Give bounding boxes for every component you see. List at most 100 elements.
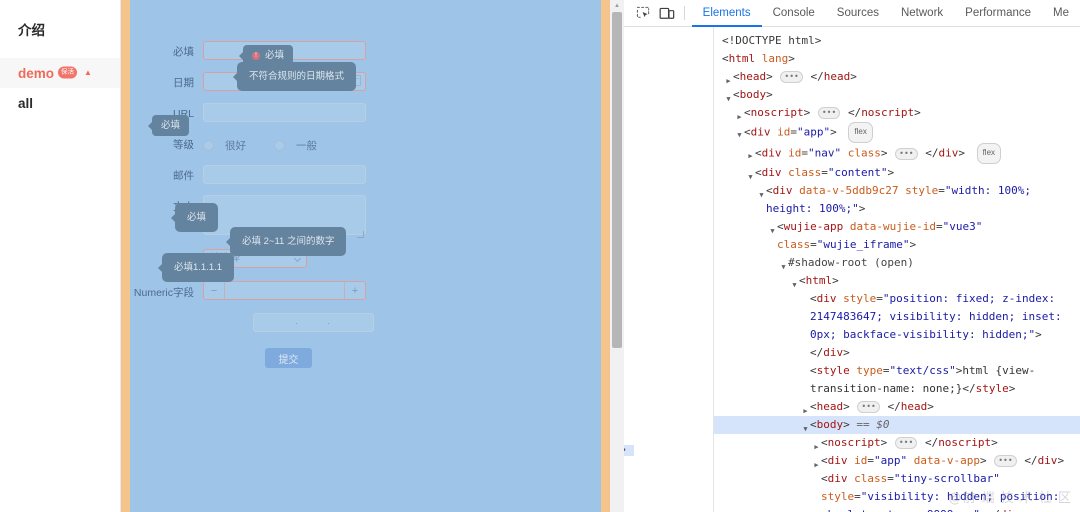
triangle-down-icon[interactable]: ▼ bbox=[757, 186, 766, 204]
radio-level-good[interactable] bbox=[203, 140, 214, 151]
numeric-stepper: − + bbox=[203, 281, 366, 300]
chevron-up-icon[interactable]: ▲ bbox=[84, 68, 92, 77]
triangle-down-icon[interactable]: ▼ bbox=[768, 222, 777, 240]
device-toolbar-icon[interactable] bbox=[655, 2, 678, 24]
numeric-input[interactable] bbox=[225, 282, 344, 299]
tab-elements[interactable]: Elements bbox=[692, 0, 762, 27]
dom-node[interactable]: ▼<div id="app"> flex bbox=[714, 122, 1080, 143]
url-input[interactable] bbox=[203, 103, 366, 122]
field-control-level: 很好 一般 bbox=[203, 133, 339, 158]
sidebar-item-label: demo bbox=[18, 66, 54, 81]
devtools-panel: ▲ Elements Console Sources Network Pe bbox=[610, 0, 1080, 512]
dom-node[interactable]: ▶<head> ••• </head> bbox=[714, 398, 1080, 416]
radio-level-normal[interactable] bbox=[274, 140, 285, 151]
radio-label-good: 很好 bbox=[225, 138, 246, 153]
dom-tree[interactable]: <!DOCTYPE html><html lang>▶<head> ••• </… bbox=[714, 27, 1080, 512]
triangle-down-icon[interactable]: ▼ bbox=[735, 126, 744, 144]
field-label-date: 日期 bbox=[130, 71, 203, 96]
screen-root: 介绍 demo 保活 ▲ all 必填 日期 bbox=[0, 0, 1080, 512]
numeric-decrement-button[interactable]: − bbox=[204, 282, 225, 299]
left-sidebar: 介绍 demo 保活 ▲ all bbox=[0, 0, 121, 512]
sidebar-badge: 保活 bbox=[58, 67, 77, 79]
form-row-date: 日期 bbox=[130, 71, 601, 96]
chevron-down-icon[interactable] bbox=[294, 255, 301, 262]
tooltip-ip-required: 必填1.1.1.1 bbox=[162, 253, 234, 282]
devtools-body: ••• <!DOCTYPE html><html lang>▶<head> ••… bbox=[610, 27, 1080, 512]
error-icon bbox=[252, 52, 260, 60]
tab-sources[interactable]: Sources bbox=[826, 0, 890, 27]
dom-node[interactable]: <div class="tiny-scrollbar" style="visib… bbox=[714, 470, 1080, 512]
devtools-breadcrumb-gutter: ••• bbox=[640, 27, 714, 512]
scroll-up-icon[interactable]: ▲ bbox=[610, 0, 624, 12]
dom-node[interactable]: <style type="text/css">html {view-transi… bbox=[714, 362, 1080, 398]
tooltip-numeric-range: 必填 2~11 之间的数字 bbox=[230, 227, 346, 256]
dom-node[interactable]: ▼<body> bbox=[714, 86, 1080, 104]
radio-label-normal: 一般 bbox=[296, 138, 317, 153]
field-control-numeric: − + bbox=[203, 281, 366, 300]
scrollbar-thumb[interactable] bbox=[612, 12, 622, 348]
dom-node[interactable]: ▼<div data-v-5ddb9c27 style="width: 100%… bbox=[714, 182, 1080, 218]
tooltip-text: 必填1.1.1.1 bbox=[174, 262, 222, 273]
field-control-ip: · · bbox=[253, 313, 374, 332]
dom-node[interactable]: ▼<html> bbox=[714, 272, 1080, 290]
form-row-numeric: Numeric字段 − + bbox=[130, 281, 601, 306]
field-control-url bbox=[203, 102, 366, 122]
triangle-right-icon[interactable]: ▶ bbox=[746, 147, 755, 165]
dom-node[interactable]: ▶<div id="nav" class> ••• </div> flex bbox=[714, 143, 1080, 164]
right-orange-divider bbox=[601, 0, 610, 512]
field-label-numeric: Numeric字段 bbox=[130, 281, 203, 306]
submit-button[interactable]: 提交 bbox=[265, 348, 312, 368]
tooltip-text: 必填 bbox=[265, 50, 284, 61]
form-row-mail: 邮件 bbox=[130, 164, 601, 189]
ip-address-input[interactable]: · · bbox=[253, 313, 374, 332]
ip-dot-2: · bbox=[327, 318, 332, 328]
dom-node[interactable]: ▼<div class="content"> bbox=[714, 164, 1080, 182]
field-label-required: 必填 bbox=[130, 40, 203, 65]
tooltip-text: 不符合规则的日期格式 bbox=[249, 71, 344, 82]
dom-node[interactable]: <html lang> bbox=[714, 50, 1080, 68]
form-row-ip: · · bbox=[130, 313, 601, 338]
tooltip-text: 必填 2~11 之间的数字 bbox=[242, 236, 334, 247]
field-label-level: 等级 bbox=[130, 133, 203, 158]
demo-form: 必填 日期 URL 等级 bbox=[130, 0, 601, 373]
tooltip-text: 必填 bbox=[161, 120, 180, 131]
dom-node[interactable]: ▶<head> ••• </head> bbox=[714, 68, 1080, 86]
tab-memory[interactable]: Me bbox=[1042, 0, 1080, 27]
left-orange-divider bbox=[121, 0, 130, 512]
app-content-highlight: 必填 日期 URL 等级 bbox=[130, 0, 601, 512]
field-label-mail: 邮件 bbox=[130, 164, 203, 189]
dom-node[interactable]: ▶<noscript> ••• </noscript> bbox=[714, 434, 1080, 452]
dom-node[interactable]: ▶<div id="app" data-v-app> ••• </div> bbox=[714, 452, 1080, 470]
form-row-level: 等级 很好 一般 bbox=[130, 133, 601, 158]
form-row-url: URL bbox=[130, 102, 601, 127]
field-control-submit: 提交 bbox=[265, 348, 312, 368]
tab-network[interactable]: Network bbox=[890, 0, 954, 27]
tooltip-level-required: 必填 bbox=[152, 115, 189, 136]
resize-handle-icon[interactable] bbox=[357, 231, 364, 238]
form-row-required: 必填 bbox=[130, 40, 601, 65]
tooltip-date-format: 不符合规则的日期格式 bbox=[237, 62, 356, 91]
dom-node[interactable]: <div style="position: fixed; z-index: 21… bbox=[714, 290, 1080, 362]
dom-node[interactable]: ▼#shadow-root (open) bbox=[714, 254, 1080, 272]
numeric-increment-button[interactable]: + bbox=[344, 282, 365, 299]
tab-console[interactable]: Console bbox=[762, 0, 826, 27]
page-scrollbar[interactable]: ▲ bbox=[610, 0, 624, 512]
dom-node[interactable]: ▼<wujie-app data-wujie-id="vue3" class="… bbox=[714, 218, 1080, 254]
inspect-element-icon[interactable] bbox=[632, 2, 655, 24]
sidebar-item-label: all bbox=[18, 96, 33, 111]
dom-node[interactable]: ▶<noscript> ••• </noscript> bbox=[714, 104, 1080, 122]
tooltip-text: 必填 bbox=[187, 212, 206, 223]
sidebar-item-label: 介绍 bbox=[18, 19, 45, 39]
tab-performance[interactable]: Performance bbox=[954, 0, 1042, 27]
dom-node[interactable]: <!DOCTYPE html> bbox=[714, 32, 1080, 50]
toolbar-divider bbox=[684, 6, 685, 20]
dom-node-selected[interactable]: ▼<body> == $0 bbox=[714, 416, 1080, 434]
ip-dot-1: · bbox=[295, 318, 300, 328]
mail-input[interactable] bbox=[203, 165, 366, 184]
sidebar-item-intro[interactable]: 介绍 bbox=[0, 14, 120, 44]
sidebar-item-all[interactable]: all bbox=[0, 88, 120, 118]
field-control-mail bbox=[203, 164, 366, 184]
tooltip-cascader-required: 必填 bbox=[175, 203, 218, 232]
sidebar-item-demo[interactable]: demo 保活 ▲ bbox=[0, 58, 120, 88]
devtools-toolbar: Elements Console Sources Network Perform… bbox=[610, 0, 1080, 27]
